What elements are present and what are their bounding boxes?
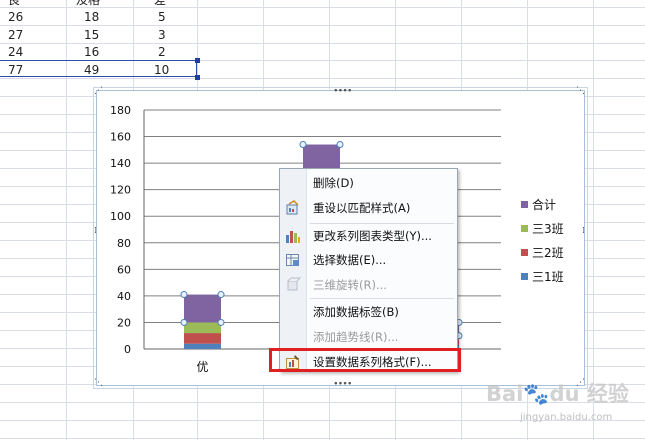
legend-swatch (521, 272, 528, 280)
legend-label: 三3班 (532, 221, 564, 236)
series-selection-handle[interactable] (217, 291, 225, 299)
menu-item-label: 添加趋势线(R)... (313, 329, 399, 344)
series-selection-handle[interactable] (180, 318, 188, 326)
legend-item-class2[interactable]: 三2班 (521, 240, 564, 264)
x-tick-label: 优 (196, 360, 208, 374)
watermark-logo: Bai🐾du 经验 (486, 382, 629, 406)
series-selection-handle[interactable] (217, 318, 225, 326)
menu-item-delete[interactable]: 删除(D) (280, 170, 458, 195)
row-divider (0, 25, 645, 26)
bar-segment[interactable] (184, 294, 221, 323)
menu-item-change-chart-type[interactable]: 更改系列图表类型(Y)... (280, 223, 458, 248)
highlight-annotation (269, 348, 461, 372)
cell[interactable]: 24 (8, 44, 23, 60)
y-tick-label: 160 (110, 131, 131, 144)
legend-swatch (521, 248, 528, 256)
menu-item-select-data[interactable]: 选择数据(E)... (280, 247, 458, 272)
selected-range-outline[interactable] (0, 60, 197, 77)
y-tick-label: 120 (110, 184, 131, 197)
chart-type-icon (285, 228, 301, 244)
bar-segment[interactable] (184, 343, 221, 349)
menu-item-label: 选择数据(E)... (313, 252, 387, 267)
series-selection-handle[interactable] (336, 141, 344, 149)
chart-legend[interactable]: 合计 三3班 三2班 三1班 (521, 192, 564, 288)
cell-header[interactable]: 差 (154, 0, 166, 8)
menu-item-label: 添加数据标签(B) (313, 304, 399, 319)
cell[interactable]: 3 (158, 27, 166, 43)
context-menu[interactable]: 删除(D) 重设以匹配样式(A) 更改系列图表类型(Y)... 选择数据(E).… (279, 168, 458, 372)
y-tick-label: 140 (110, 157, 131, 170)
row-divider (0, 438, 645, 439)
bar-segment[interactable] (184, 333, 221, 344)
menu-item-reset-style[interactable]: 重设以匹配样式(A) (280, 195, 458, 220)
y-tick-label: 40 (117, 290, 131, 303)
cell[interactable]: 27 (8, 27, 23, 43)
range-handle[interactable] (195, 58, 200, 63)
y-tick-label: 0 (124, 343, 131, 356)
reset-style-icon (285, 199, 301, 216)
menu-item-label: 重设以匹配样式(A) (313, 200, 411, 215)
range-handle[interactable] (195, 75, 200, 80)
y-tick-label: 180 (110, 104, 131, 117)
menu-item-label: 三维旋转(R)... (313, 277, 387, 292)
y-tick-label: 20 (117, 316, 131, 329)
menu-item-3d-rotation[interactable]: 三维旋转(R)... (280, 272, 458, 297)
menu-item-label: 删除(D) (313, 175, 354, 190)
cell-header[interactable]: 及格 (76, 0, 100, 8)
legend-swatch (521, 224, 528, 232)
3d-rotate-icon (285, 277, 302, 293)
cell-header[interactable]: 良 (8, 0, 20, 8)
cell[interactable]: 16 (84, 44, 99, 60)
watermark-url: jingyan.baidu.com (520, 412, 613, 423)
legend-item-class3[interactable]: 三3班 (521, 216, 564, 240)
cell[interactable]: 2 (158, 44, 166, 60)
legend-label: 合计 (532, 197, 557, 212)
bar-segment[interactable] (184, 322, 221, 334)
column-divider (593, 0, 594, 440)
legend-label: 三1班 (532, 269, 564, 284)
legend-swatch (521, 200, 528, 208)
series-selection-handle[interactable] (299, 141, 307, 149)
menu-item-add-data-labels[interactable]: 添加数据标签(B) (280, 299, 458, 324)
legend-item-total[interactable]: 合计 (521, 192, 564, 216)
cell[interactable]: 18 (84, 9, 99, 25)
menu-item-add-trendline[interactable]: 添加趋势线(R)... (280, 324, 458, 349)
legend-label: 三2班 (532, 245, 564, 260)
select-data-icon (285, 252, 301, 268)
y-tick-label: 80 (117, 237, 131, 250)
cell[interactable]: 5 (158, 9, 166, 25)
series-selection-handle[interactable] (180, 291, 188, 299)
y-tick-label: 60 (117, 263, 131, 276)
y-tick-label: 100 (110, 210, 131, 223)
legend-item-class1[interactable]: 三1班 (521, 264, 564, 288)
cell[interactable]: 26 (8, 9, 23, 25)
cell[interactable]: 15 (84, 27, 99, 43)
row-divider (0, 78, 645, 79)
menu-item-label: 更改系列图表类型(Y)... (313, 228, 432, 243)
